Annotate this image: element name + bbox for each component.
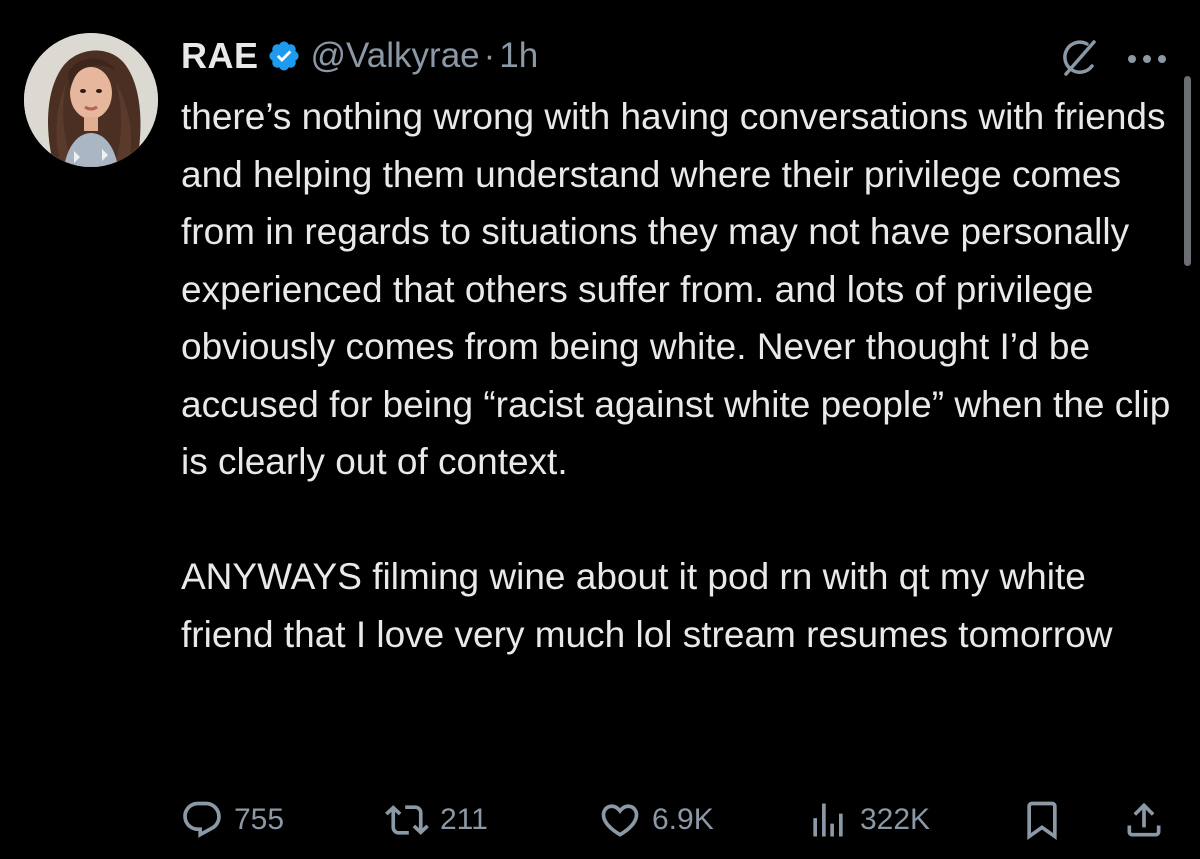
tweet-header: RAE @Valkyrae · 1h [181,30,538,82]
separator-dot: · [483,36,496,75]
like-count: 6.9K [652,803,714,836]
verified-badge-icon [267,39,301,73]
repost-icon [384,798,430,842]
tweet-paragraph: there’s nothing wrong with having conver… [181,96,1171,482]
tweet-text: there’s nothing wrong with having conver… [181,88,1181,663]
more-icon[interactable] [1126,52,1168,64]
author-handle[interactable]: @Valkyrae [311,36,480,76]
grok-icon[interactable] [1060,38,1100,78]
repost-button[interactable]: 211 [384,795,488,845]
like-button[interactable]: 6.9K [598,795,714,845]
action-bar: 755 211 6.9K 322K [0,795,1200,845]
views-count: 322K [860,803,931,836]
tweet-paragraph: ANYWAYS filming wine about it pod rn wit… [181,556,1113,655]
heart-icon [598,798,642,842]
scrollbar[interactable] [1184,76,1191,266]
views-chart-icon [806,798,850,842]
share-icon [1122,798,1166,842]
display-name[interactable]: RAE [181,35,259,77]
bookmark-button[interactable] [1020,795,1064,845]
reply-button[interactable]: 755 [180,795,284,845]
reply-icon [180,798,224,842]
reply-count: 755 [234,803,285,836]
bookmark-icon [1020,798,1064,842]
avatar[interactable] [24,33,158,167]
share-button[interactable] [1122,795,1166,845]
tweet-card[interactable]: RAE @Valkyrae · 1h there’s nothing wrong… [0,0,1200,859]
views-button[interactable]: 322K [806,795,930,845]
timestamp[interactable]: 1h [499,36,538,76]
repost-count: 211 [440,803,488,836]
